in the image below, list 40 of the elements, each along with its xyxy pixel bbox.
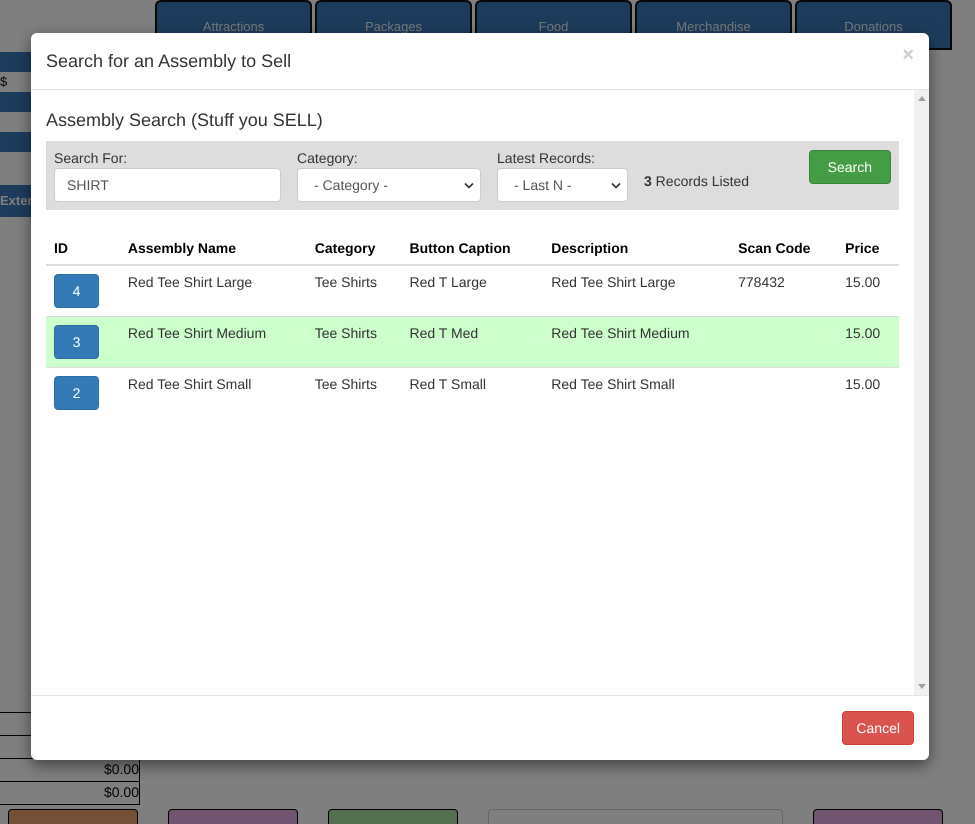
category-select[interactable]: - Category - [297,168,481,202]
field-label: Search For: [54,150,128,166]
scroll-down-icon[interactable] [918,684,926,689]
id-button[interactable]: 4 [54,274,99,308]
column-header: Price [837,230,899,265]
table-cell: Red T Med [401,316,544,368]
table-cell: Red Tee Shirt Medium [543,316,730,368]
table-cell: Tee Shirts [306,368,402,418]
modal-title: Search for an Assembly to Sell [46,50,292,72]
chevron-icon [611,182,621,188]
id-button[interactable]: 2 [54,376,99,410]
total-cell: $0.00 [0,782,140,805]
field-label: Latest Records: [497,150,596,166]
scrollbar[interactable] [914,90,929,695]
section-heading: Assembly Search (Stuff you SELL) [46,110,324,131]
table-cell: Red T Small [401,368,544,418]
table-cell: Tee Shirts [306,316,402,368]
column-header: Description [543,230,730,265]
column-header: Assembly Name [120,230,307,265]
table-cell: Red Tee Shirt Medium [120,316,307,368]
search-field[interactable]: SHIRT [54,168,281,202]
scroll-up-icon[interactable] [918,96,926,101]
records-count: 3 Records Listed [644,173,750,189]
table-row[interactable]: 2 Red Tee Shirt Small Tee Shirts Red T Small Red Tee Shirt Small 15.00 [46,368,899,418]
column-header: ID [46,230,120,265]
field-label: Category: [297,150,359,166]
table-row[interactable]: 3 Red Tee Shirt Medium Tee Shirts Red T Med Red Tee Shirt Medium 15.00 [46,316,899,368]
chevron-icon [464,182,474,188]
column-header: Button Caption [401,230,544,265]
table-cell: 15.00 [837,368,899,418]
column-header: Category [306,230,402,265]
cancel-button[interactable]: Cancel [842,711,914,745]
side-label: $ [0,74,8,90]
latest-records-select[interactable]: - Last N - [497,168,628,202]
table-cell: 15.00 [837,316,899,368]
search-button[interactable]: Search [808,150,891,184]
id-button[interactable]: 3 [54,325,99,359]
table-cell: Red Tee Shirt Small [120,368,307,418]
table-cell: Red Tee Shirt Small [543,368,730,418]
column-header: Scan Code [730,230,838,265]
